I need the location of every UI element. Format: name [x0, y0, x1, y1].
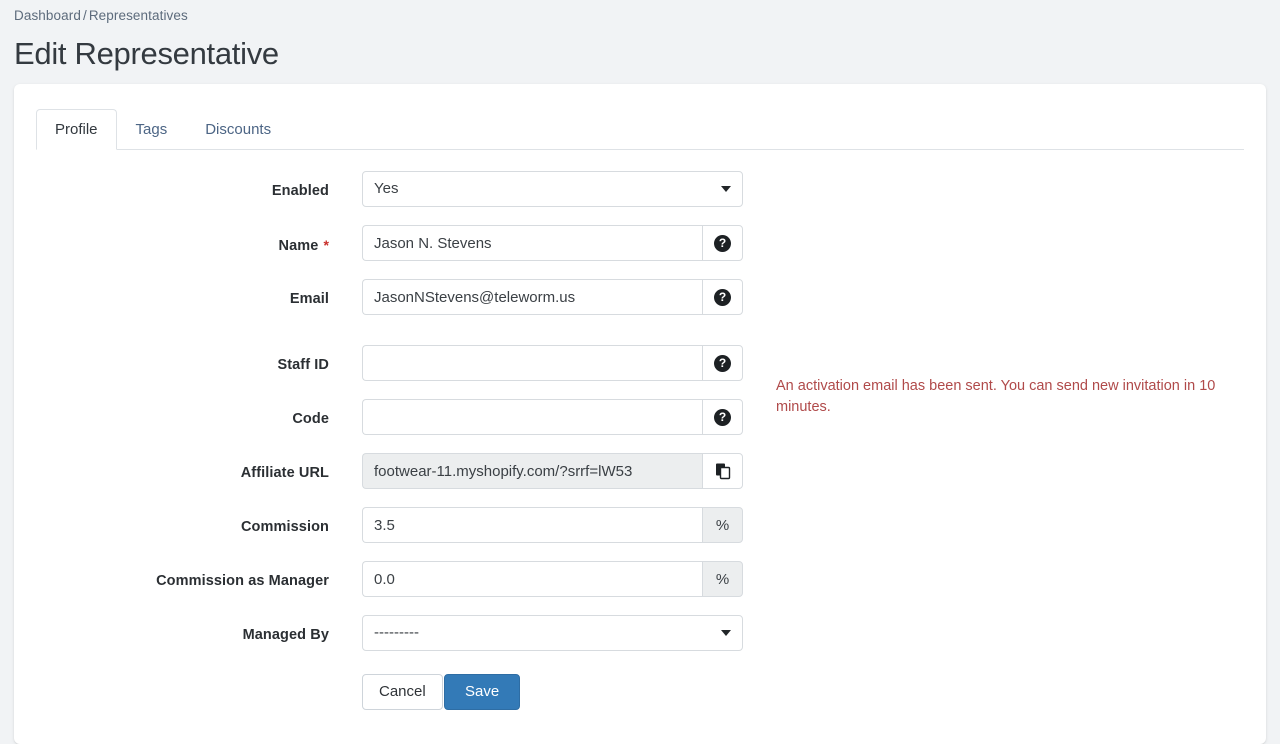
label-enabled: Enabled: [14, 183, 329, 199]
field-name: ?: [362, 225, 743, 261]
tab-bar: Profile Tags Discounts: [36, 106, 1244, 150]
help-icon: ?: [714, 289, 731, 306]
field-commission: %: [362, 507, 743, 543]
code-help-button[interactable]: ?: [702, 399, 743, 435]
form-actions: Cancel Save: [14, 674, 1266, 722]
staff-id-help-button[interactable]: ?: [702, 345, 743, 381]
name-input[interactable]: [362, 225, 702, 261]
breadcrumb-link-representatives[interactable]: Representatives: [89, 8, 188, 23]
form-row-commission: Commission %: [14, 504, 1266, 558]
tab-tags[interactable]: Tags: [117, 109, 187, 151]
chevron-down-icon: [721, 186, 731, 192]
profile-form: Enabled Yes Name* ? Email: [14, 168, 1266, 722]
form-row-email: Email ?: [14, 276, 1266, 330]
commission-unit: %: [702, 507, 743, 543]
label-managed-by: Managed By: [14, 627, 329, 643]
commission-as-manager-unit: %: [702, 561, 743, 597]
commission-as-manager-input[interactable]: [362, 561, 702, 597]
field-enabled: Yes: [362, 171, 743, 207]
breadcrumb-link-dashboard[interactable]: Dashboard: [14, 8, 81, 23]
enabled-select-value: Yes: [362, 171, 743, 207]
chevron-down-icon: [721, 630, 731, 636]
cancel-button[interactable]: Cancel: [362, 674, 443, 710]
label-commission: Commission: [14, 519, 329, 535]
required-marker: *: [323, 237, 329, 253]
page-title: Edit Representative: [14, 36, 279, 72]
label-name: Name*: [14, 237, 329, 254]
field-email: ?: [362, 279, 743, 315]
activation-email-message: An activation email has been sent. You c…: [776, 376, 1246, 418]
tab-discounts[interactable]: Discounts: [186, 109, 290, 151]
label-staff-id: Staff ID: [14, 357, 329, 373]
field-affiliate-url: [362, 453, 743, 489]
enabled-select[interactable]: Yes: [362, 171, 743, 207]
label-commission-as-manager: Commission as Manager: [14, 573, 329, 589]
label-name-text: Name: [279, 238, 319, 254]
help-icon: ?: [714, 409, 731, 426]
help-icon: ?: [714, 235, 731, 252]
form-row-name: Name* ?: [14, 222, 1266, 276]
commission-input[interactable]: [362, 507, 702, 543]
label-affiliate-url: Affiliate URL: [14, 465, 329, 481]
code-input[interactable]: [362, 399, 702, 435]
label-email: Email: [14, 291, 329, 307]
form-row-affiliate-url: Affiliate URL: [14, 450, 1266, 504]
field-commission-as-manager: %: [362, 561, 743, 597]
save-button[interactable]: Save: [444, 674, 520, 710]
form-row-managed-by: Managed By ---------: [14, 612, 1266, 666]
tab-profile[interactable]: Profile: [36, 109, 117, 151]
email-input[interactable]: [362, 279, 702, 315]
field-staff-id: ?: [362, 345, 743, 381]
breadcrumb: Dashboard/Representatives: [14, 8, 188, 23]
field-code: ?: [362, 399, 743, 435]
staff-id-input[interactable]: [362, 345, 702, 381]
label-code: Code: [14, 411, 329, 427]
breadcrumb-separator: /: [83, 8, 87, 23]
email-help-button[interactable]: ?: [702, 279, 743, 315]
name-help-button[interactable]: ?: [702, 225, 743, 261]
help-icon: ?: [714, 355, 731, 372]
field-managed-by: ---------: [362, 615, 743, 651]
edit-representative-card: Profile Tags Discounts Enabled Yes Name*…: [14, 84, 1266, 744]
managed-by-select-value: ---------: [362, 615, 743, 651]
affiliate-url-input[interactable]: [362, 453, 702, 489]
form-row-commission-as-manager: Commission as Manager %: [14, 558, 1266, 612]
copy-affiliate-url-button[interactable]: [702, 453, 743, 489]
form-row-enabled: Enabled Yes: [14, 168, 1266, 222]
copy-icon: [714, 462, 732, 480]
managed-by-select[interactable]: ---------: [362, 615, 743, 651]
